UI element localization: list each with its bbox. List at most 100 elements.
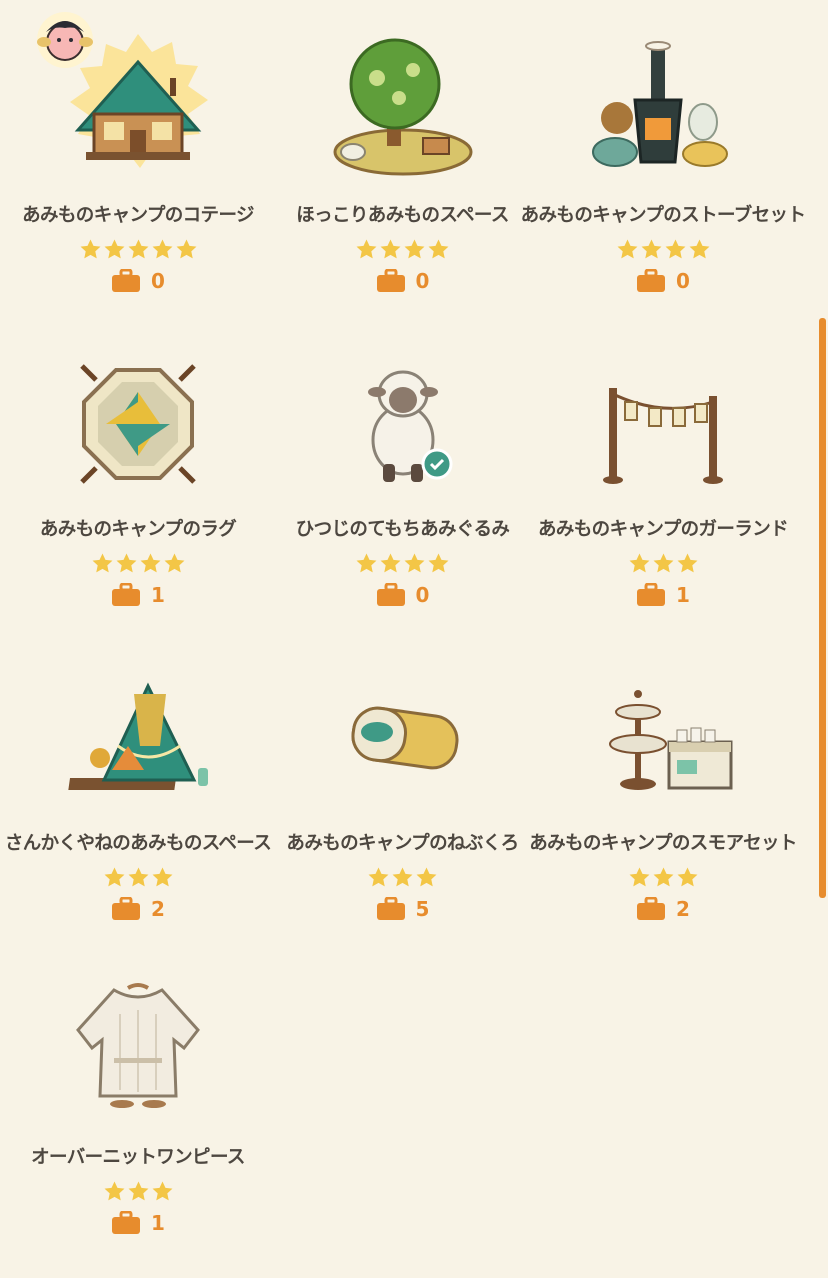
item-count-value: 0 <box>415 583 430 607</box>
star-icon <box>641 238 661 258</box>
item-count-value: 2 <box>676 897 690 921</box>
item-name: あみものキャンプのストーブセット <box>520 205 806 226</box>
star-icon <box>176 238 196 258</box>
item-name: さんかくやねのあみものスペース <box>4 833 272 854</box>
item-count-value: 1 <box>151 583 165 607</box>
item-grid: あみものキャンプのコテージ 0 ほっこりあみものスペース 0 あみものキャンプの… <box>4 12 808 1278</box>
star-icon <box>653 552 673 572</box>
item-count: 1 <box>111 1208 165 1238</box>
item-card[interactable]: あみものキャンプのスモアセット 2 <box>529 650 797 964</box>
item-count: 0 <box>376 266 430 296</box>
star-icon <box>116 552 136 572</box>
item-rarity-stars <box>79 234 198 264</box>
item-count: 5 <box>376 894 429 924</box>
item-card[interactable]: あみものキャンプのガーランド 1 <box>533 336 793 650</box>
item-art <box>313 336 493 514</box>
item-card[interactable]: あみものキャンプのラグ 1 <box>4 336 272 650</box>
item-art <box>573 336 753 514</box>
item-count: 0 <box>111 266 165 296</box>
item-art <box>48 336 228 514</box>
scrollbar[interactable] <box>819 318 826 898</box>
star-icon <box>428 552 449 572</box>
item-count-value: 1 <box>676 583 690 607</box>
item-name: あみものキャンプのガーランド <box>537 519 789 540</box>
tent-space-icon <box>68 682 208 790</box>
item-art <box>48 964 228 1142</box>
item-count: 2 <box>636 894 690 924</box>
star-icon <box>92 552 112 572</box>
item-name: あみものキャンプのねぶくろ <box>286 833 519 854</box>
star-icon <box>104 866 124 886</box>
item-art <box>37 12 228 200</box>
sleeping-bag-icon <box>350 706 459 770</box>
bag-icon <box>376 269 405 292</box>
star-icon <box>629 552 649 572</box>
star-icon <box>128 238 148 258</box>
item-name: ひつじのてもちあみぐるみ <box>295 519 510 540</box>
star-icon <box>677 866 697 886</box>
item-rarity-stars <box>355 234 450 264</box>
star-icon <box>380 238 401 258</box>
star-icon <box>104 238 124 258</box>
item-rarity-stars <box>367 862 438 892</box>
star-icon <box>629 866 649 886</box>
item-art <box>48 650 228 828</box>
star-icon <box>140 552 160 572</box>
star-icon <box>356 552 377 572</box>
item-count-value: 2 <box>151 897 165 921</box>
bag-icon <box>112 897 141 920</box>
star-icon <box>164 552 184 572</box>
item-card[interactable]: あみものキャンプのねぶくろ 5 <box>272 650 533 964</box>
star-icon <box>653 866 673 886</box>
item-name: あみものキャンプのコテージ <box>22 205 254 226</box>
item-rarity-stars <box>103 862 174 892</box>
item-rarity-stars <box>628 862 699 892</box>
item-count: 1 <box>111 580 165 610</box>
star-icon <box>152 238 172 258</box>
star-icon <box>152 866 172 886</box>
item-name: あみものキャンプのラグ <box>39 519 237 540</box>
garland-icon <box>603 388 723 484</box>
item-card[interactable]: ほっこりあみものスペース 0 <box>272 22 533 336</box>
item-card[interactable]: ひつじのてもちあみぐるみ 0 <box>272 336 533 650</box>
item-art <box>573 650 753 828</box>
item-card[interactable]: あみものキャンプのストーブセット 0 <box>521 22 806 336</box>
star-icon <box>152 1180 172 1200</box>
tree-space-icon <box>333 38 472 176</box>
rug-icon <box>80 364 196 484</box>
star-icon <box>368 866 389 886</box>
item-art <box>313 22 493 200</box>
item-card[interactable]: オーバーニットワンピース 1 <box>4 964 272 1278</box>
item-count-value: 0 <box>415 269 430 293</box>
sheep-avatar-icon <box>37 12 93 68</box>
item-rarity-stars <box>103 1176 174 1206</box>
star-icon <box>356 238 377 258</box>
star-icon <box>104 1180 124 1200</box>
knit-dress-icon <box>76 983 200 1108</box>
sheep-plush-icon <box>367 370 452 482</box>
star-icon <box>80 238 100 258</box>
bag-icon <box>637 269 666 292</box>
item-count: 1 <box>636 580 690 610</box>
item-count: 0 <box>636 266 690 296</box>
star-icon <box>428 238 449 258</box>
star-icon <box>128 866 148 886</box>
item-card[interactable]: さんかくやねのあみものスペース 2 <box>4 650 272 964</box>
star-icon <box>665 238 685 258</box>
item-count-value: 0 <box>676 269 690 293</box>
star-icon <box>380 552 401 572</box>
star-icon <box>128 1180 148 1200</box>
bag-icon <box>376 897 405 920</box>
star-icon <box>689 238 709 258</box>
item-art <box>573 22 753 200</box>
bag-icon <box>376 583 405 606</box>
item-rarity-stars <box>628 548 699 578</box>
item-count: 0 <box>376 580 430 610</box>
star-icon <box>416 866 437 886</box>
smore-set-icon <box>609 690 733 790</box>
bag-icon <box>637 897 666 920</box>
item-count: 2 <box>111 894 165 924</box>
item-rarity-stars <box>616 234 711 264</box>
bag-icon <box>637 583 666 606</box>
item-card[interactable]: あみものキャンプのコテージ 0 <box>4 12 272 336</box>
